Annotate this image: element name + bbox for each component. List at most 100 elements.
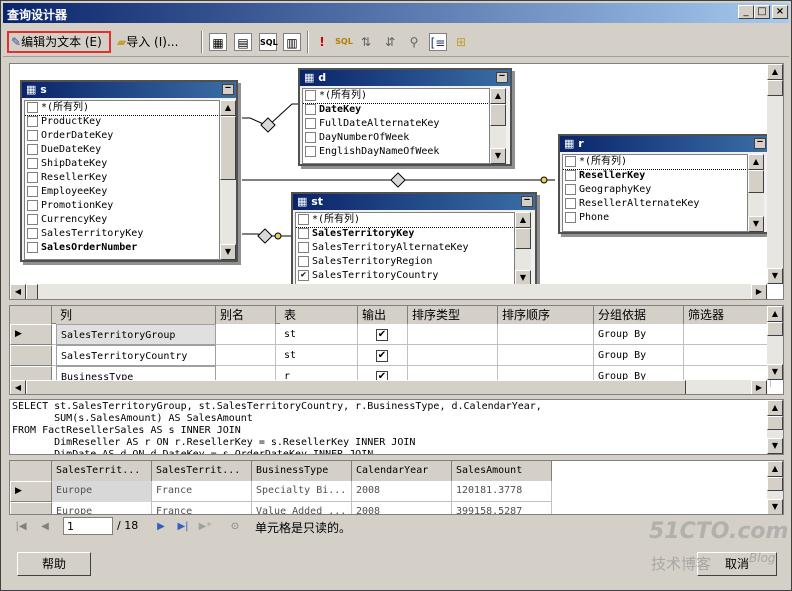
column-item[interactable]: ResellerAlternateKey <box>563 197 747 211</box>
criteria-hscroll[interactable]: ◀ ▶ <box>10 380 767 394</box>
scroll-up-arrow[interactable]: ▲ <box>748 154 764 170</box>
column-item[interactable]: Phone <box>563 211 747 225</box>
criteria-row[interactable]: ▶ SalesTerritoryGroup st ✔ Group By <box>10 324 771 345</box>
scroll-down-arrow[interactable]: ▼ <box>220 244 236 260</box>
column-item[interactable]: ProductKey <box>25 115 219 129</box>
diagram-hscroll[interactable]: ◀ ▶ <box>10 284 767 299</box>
table-header[interactable]: ▦ d ‒ <box>300 70 510 86</box>
diagram-vscroll[interactable]: ▲ ▼ <box>767 64 783 284</box>
scroll-thumb[interactable] <box>490 104 506 126</box>
column-header[interactable]: 排序类型 <box>408 306 498 324</box>
column-checkbox[interactable] <box>305 89 316 101</box>
column-item[interactable]: ResellerKey <box>563 169 747 183</box>
result-row[interactable]: ▶ Europe France Specialty Bi... 2008 120181.3… <box>10 481 552 502</box>
sql-vscroll[interactable]: ▲ ▼ <box>767 400 783 454</box>
criteria-cell[interactable] <box>684 345 771 366</box>
column-item[interactable]: ShipDateKey <box>25 157 219 171</box>
column-checkbox[interactable] <box>298 255 309 267</box>
result-column-header[interactable]: BusinessType <box>252 461 352 481</box>
scroll-thumb[interactable] <box>515 228 531 249</box>
column-checkbox[interactable] <box>27 171 38 183</box>
results-pane-icon[interactable]: ▥ <box>283 33 301 51</box>
sort-descending-icon[interactable]: ⇵ <box>381 33 399 51</box>
column-item[interactable]: SalesTerritoryKey <box>296 227 514 241</box>
column-header[interactable]: 输出 <box>358 306 408 324</box>
sql-pane[interactable]: SELECT st.SalesTerritoryGroup, st.SalesT… <box>9 399 784 455</box>
table-vscroll[interactable]: ▲ ▼ <box>220 100 236 260</box>
first-record-icon[interactable]: |◀ <box>13 519 29 535</box>
criteria-cell[interactable] <box>498 324 594 345</box>
criteria-cell[interactable]: Group By <box>594 324 684 345</box>
scroll-down-arrow[interactable]: ▼ <box>767 364 783 380</box>
sql-pane-icon[interactable]: SQL <box>259 33 278 51</box>
edit-as-text-button[interactable]: ✎编辑为文本 (E) <box>7 31 111 53</box>
scroll-thumb[interactable] <box>26 380 686 394</box>
collapse-icon[interactable]: ‒ <box>222 84 234 95</box>
criteria-cell[interactable]: ✔ <box>358 324 408 345</box>
column-item[interactable]: FullDateAlternateKey <box>303 117 489 131</box>
collapse-icon[interactable]: ‒ <box>496 72 508 83</box>
column-item[interactable]: SalesTerritoryKey <box>25 227 219 241</box>
column-checkbox[interactable] <box>27 199 38 211</box>
scroll-up-arrow[interactable]: ▲ <box>490 88 506 104</box>
column-checkbox[interactable] <box>27 241 38 253</box>
column-item[interactable]: EmployeeKey <box>25 185 219 199</box>
stop-icon[interactable]: ⊙ <box>227 519 243 535</box>
column-item[interactable]: EnglishDayNameOfWeek <box>303 145 489 159</box>
column-item[interactable]: *(所有列) <box>303 89 489 104</box>
column-item[interactable]: SalesTerritoryAlternateKey <box>296 241 514 255</box>
table-vscroll[interactable]: ▲ ▼ <box>515 212 531 286</box>
result-cell[interactable]: Value Added ... <box>252 502 352 514</box>
result-cell[interactable]: Europe <box>52 481 152 502</box>
maximize-button[interactable]: □ <box>754 5 770 19</box>
column-item[interactable]: DateKey <box>303 103 489 117</box>
sql-text[interactable]: SELECT st.SalesTerritoryGroup, st.SalesT… <box>12 401 542 454</box>
criteria-cell[interactable] <box>684 324 771 345</box>
scroll-thumb[interactable] <box>748 170 764 193</box>
page-number-input[interactable] <box>63 517 113 535</box>
verify-sql-icon[interactable]: SQL <box>335 33 353 51</box>
scroll-thumb[interactable] <box>220 116 236 180</box>
column-checkbox[interactable] <box>305 103 316 115</box>
collapse-icon[interactable]: ‒ <box>754 138 766 149</box>
column-checkbox[interactable] <box>298 241 309 253</box>
column-checkbox[interactable] <box>305 117 316 129</box>
column-checkbox[interactable] <box>298 227 309 239</box>
column-checkbox[interactable] <box>27 227 38 239</box>
result-cell[interactable]: France <box>152 502 252 514</box>
result-cell[interactable]: France <box>152 481 252 502</box>
result-row[interactable]: Europe France Value Added ... 2008 399158.52… <box>10 502 552 514</box>
scroll-right-arrow[interactable]: ▶ <box>751 380 767 394</box>
scroll-up-arrow[interactable]: ▲ <box>220 100 236 116</box>
criteria-cell[interactable] <box>498 345 594 366</box>
row-selector[interactable]: ▶ <box>10 481 52 502</box>
scroll-down-arrow[interactable]: ▼ <box>767 268 783 284</box>
column-checkbox[interactable] <box>27 185 38 197</box>
new-record-icon[interactable]: ▶* <box>197 519 213 535</box>
result-cell[interactable]: Europe <box>52 502 152 514</box>
scroll-down-arrow[interactable]: ▼ <box>767 438 783 454</box>
last-record-icon[interactable]: ▶| <box>175 519 191 535</box>
column-header[interactable]: 排序顺序 <box>498 306 594 324</box>
scroll-thumb[interactable] <box>767 477 783 491</box>
group-by-icon[interactable]: [≡ <box>429 33 447 51</box>
result-cell[interactable]: 2008 <box>352 502 452 514</box>
scroll-up-arrow[interactable]: ▲ <box>515 212 531 228</box>
column-item[interactable]: DayNumberOfWeek <box>303 131 489 145</box>
scroll-thumb[interactable] <box>767 416 783 430</box>
row-selector[interactable]: ▶ <box>10 324 52 345</box>
column-checkbox[interactable] <box>565 183 576 195</box>
help-button[interactable]: 帮助 <box>17 552 91 576</box>
scroll-left-arrow[interactable]: ◀ <box>10 380 26 394</box>
output-checkbox[interactable]: ✔ <box>376 350 388 362</box>
filter-icon[interactable]: ⚲ <box>405 33 423 51</box>
column-checkbox[interactable] <box>27 143 38 155</box>
table-box-st[interactable]: ▦ st ‒ *(所有列) SalesTerritoryKey SalesTerrito… <box>291 192 537 288</box>
result-column-header[interactable]: CalendarYear <box>352 461 452 481</box>
column-item[interactable]: OrderDateKey <box>25 129 219 143</box>
column-header[interactable]: 别名 <box>216 306 276 324</box>
criteria-cell[interactable]: Group By <box>594 345 684 366</box>
criteria-cell[interactable]: SalesTerritoryCountry <box>56 345 216 366</box>
column-item[interactable]: *(所有列) <box>25 101 219 116</box>
criteria-cell[interactable] <box>216 345 276 366</box>
